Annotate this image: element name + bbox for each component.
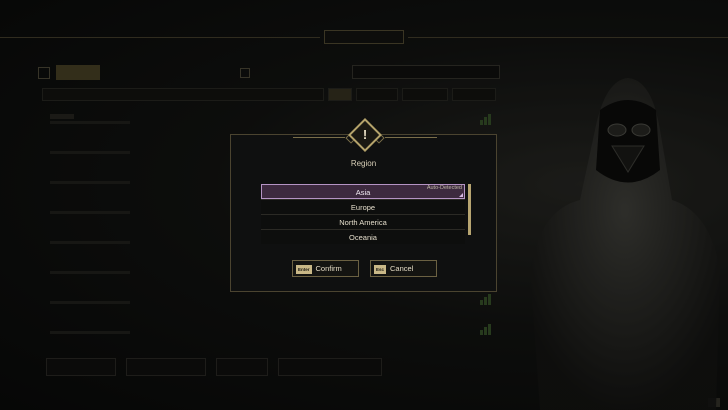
- dialog-ornament-line: [293, 137, 345, 138]
- region-option-label: Asia: [355, 188, 371, 197]
- esc-key-icon: Esc: [374, 264, 387, 274]
- dialog-title: Region: [350, 159, 377, 168]
- enter-key-icon: Enter: [296, 264, 312, 274]
- region-list[interactable]: Asia Auto-Detected Europe North America …: [261, 184, 465, 245]
- cancel-button[interactable]: Esc Cancel: [370, 260, 437, 277]
- dialog-ornament-line: [385, 137, 437, 138]
- region-option-oceania[interactable]: Oceania: [261, 229, 465, 244]
- cancel-label: Cancel: [390, 264, 414, 273]
- confirm-button[interactable]: Enter Confirm: [292, 260, 359, 277]
- region-dialog: ! Region Asia Auto-Detected Europe North…: [230, 118, 497, 292]
- region-list-scrollbar[interactable]: [468, 184, 471, 235]
- exclamation-icon: !: [362, 127, 368, 142]
- selected-corner-icon: [459, 193, 463, 197]
- region-option-asia[interactable]: Asia Auto-Detected: [261, 184, 465, 199]
- region-option-label: Europe: [350, 203, 376, 212]
- region-option-europe[interactable]: Europe: [261, 199, 465, 214]
- region-option-north-america[interactable]: North America: [261, 214, 465, 229]
- confirm-label: Confirm: [315, 264, 342, 273]
- region-option-label: North America: [339, 218, 387, 227]
- region-option-label: Oceania: [349, 233, 377, 242]
- auto-detected-badge: Auto-Detected: [426, 185, 462, 191]
